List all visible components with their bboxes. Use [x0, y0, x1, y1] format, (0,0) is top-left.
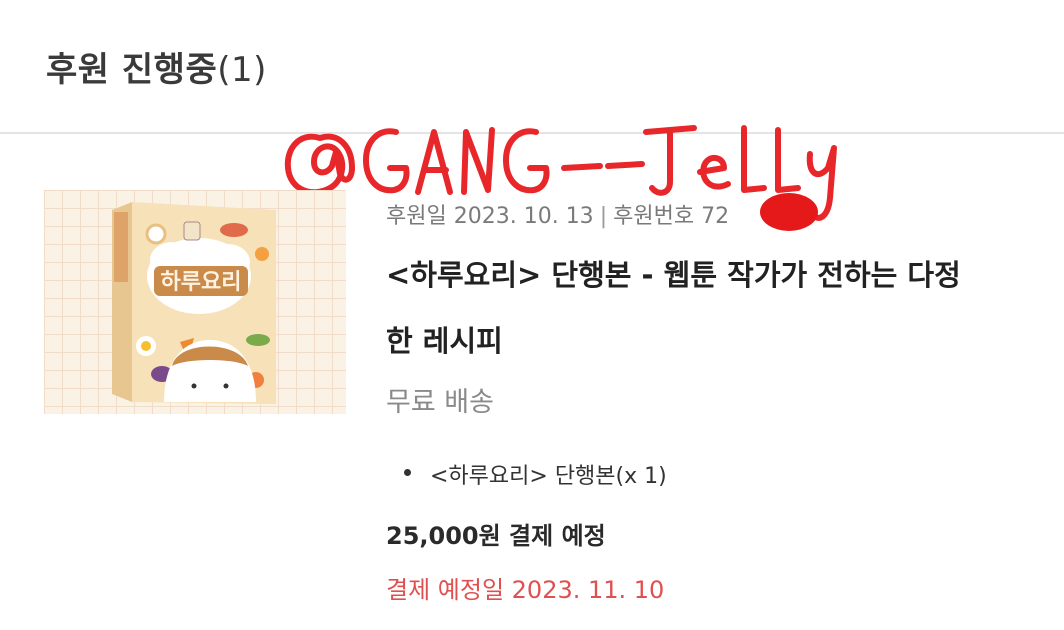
section-title: 후원 진행중(1)	[46, 42, 267, 91]
shipping-info: 무료 배송	[386, 387, 494, 418]
reward-item-label: <하루요리> 단행본(x 1)	[430, 464, 667, 489]
book-cover-image[interactable]: 하루요리	[44, 190, 346, 414]
project-title-line1[interactable]: <하루요리> 단행본 - 웹툰 작가가 전하는 다정	[386, 252, 961, 294]
payment-amount: 25,000원 결제 예정	[386, 522, 606, 550]
pledge-status-page: 후원 진행중(1) 하루요리 후원일 2023. 10. 13 | 후원번호 7…	[0, 0, 1064, 630]
reward-item: <하루요리> 단행본(x 1)	[404, 458, 667, 490]
pledge-number-prefix: 72	[701, 204, 730, 229]
section-title-label: 후원 진행중	[46, 50, 218, 90]
reward-list: <하루요리> 단행본(x 1)	[404, 458, 667, 490]
pledge-date-label: 후원일	[386, 204, 447, 229]
cover-title: 하루요리	[161, 270, 242, 295]
redaction-mark	[760, 193, 818, 231]
pledge-number-label: 후원번호	[613, 204, 695, 229]
meta-separator: |	[599, 204, 608, 229]
section-title-count: (1)	[217, 50, 267, 90]
book-cover-illustration: 하루요리	[44, 190, 346, 414]
pledge-date: 2023. 10. 13	[453, 204, 594, 229]
bullet-icon	[404, 469, 411, 476]
project-title-line2[interactable]: 한 레시피	[386, 318, 503, 360]
pledge-meta: 후원일 2023. 10. 13|후원번호 729	[386, 198, 803, 230]
payment-date: 결제 예정일 2023. 11. 10	[386, 576, 665, 604]
